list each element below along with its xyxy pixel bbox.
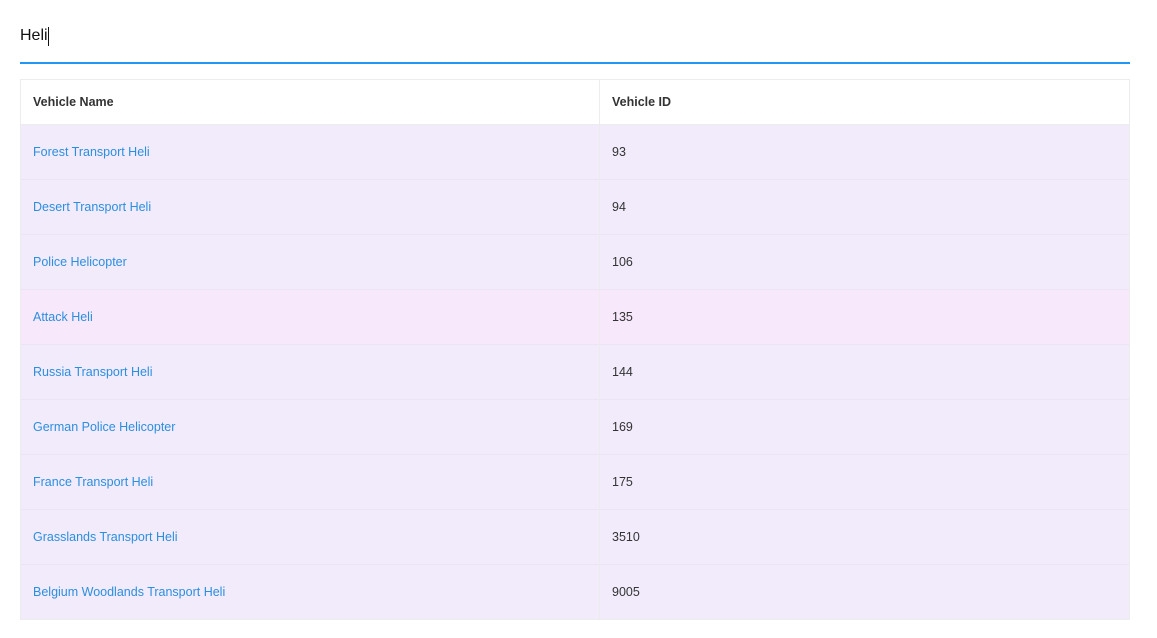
vehicle-table: Vehicle Name Vehicle ID Forest Transport… (20, 79, 1130, 620)
vehicle-name-link[interactable]: Forest Transport Heli (33, 145, 150, 159)
vehicle-name-link[interactable]: Russia Transport Heli (33, 365, 153, 379)
vehicle-name-link[interactable]: Belgium Woodlands Transport Heli (33, 585, 225, 599)
vehicle-name-link[interactable]: Attack Heli (33, 310, 93, 324)
table-row: Police Helicopter 106 (21, 234, 1129, 290)
vehicle-name-link[interactable]: Grasslands Transport Heli (33, 530, 178, 544)
vehicle-name-cell: German Police Helicopter (21, 399, 600, 455)
column-header-vehicle-name[interactable]: Vehicle Name (21, 80, 600, 125)
table-row: Desert Transport Heli 94 (21, 179, 1129, 235)
vehicle-id-cell: 106 (599, 234, 1129, 290)
table-row: Grasslands Transport Heli 3510 (21, 509, 1129, 565)
table-row: Russia Transport Heli 144 (21, 344, 1129, 400)
vehicle-name-cell: Belgium Woodlands Transport Heli (21, 564, 600, 619)
vehicle-name-cell: Desert Transport Heli (21, 179, 600, 235)
table-row: Forest Transport Heli 93 (21, 124, 1129, 180)
table-row: German Police Helicopter 169 (21, 399, 1129, 455)
vehicle-name-link[interactable]: Police Helicopter (33, 255, 127, 269)
table-row: Belgium Woodlands Transport Heli 9005 (21, 564, 1129, 619)
vehicle-name-cell: Police Helicopter (21, 234, 600, 290)
search-input[interactable] (20, 18, 1130, 54)
vehicle-id-cell: 94 (599, 179, 1129, 235)
vehicle-name-cell: Grasslands Transport Heli (21, 509, 600, 565)
table-header-row: Vehicle Name Vehicle ID (21, 80, 1129, 125)
vehicle-id-cell: 144 (599, 344, 1129, 400)
table-row-hovered: Attack Heli 135 (21, 289, 1129, 345)
vehicle-name-cell: Attack Heli (21, 289, 600, 345)
vehicle-id-cell: 93 (599, 124, 1129, 180)
vehicle-name-link[interactable]: Desert Transport Heli (33, 200, 151, 214)
page: Vehicle Name Vehicle ID Forest Transport… (0, 0, 1157, 638)
vehicle-id-cell: 9005 (599, 564, 1129, 619)
vehicle-name-cell: Russia Transport Heli (21, 344, 600, 400)
text-caret (48, 27, 49, 46)
vehicle-name-link[interactable]: France Transport Heli (33, 475, 153, 489)
vehicle-id-cell: 169 (599, 399, 1129, 455)
vehicle-name-cell: Forest Transport Heli (21, 124, 600, 180)
vehicle-id-cell: 3510 (599, 509, 1129, 565)
vehicle-name-link[interactable]: German Police Helicopter (33, 420, 175, 434)
vehicle-id-cell: 135 (599, 289, 1129, 345)
column-header-vehicle-id[interactable]: Vehicle ID (599, 80, 1129, 125)
vehicle-id-cell: 175 (599, 454, 1129, 510)
table-row: France Transport Heli 175 (21, 454, 1129, 510)
search-field[interactable] (20, 18, 1130, 64)
vehicle-name-cell: France Transport Heli (21, 454, 600, 510)
